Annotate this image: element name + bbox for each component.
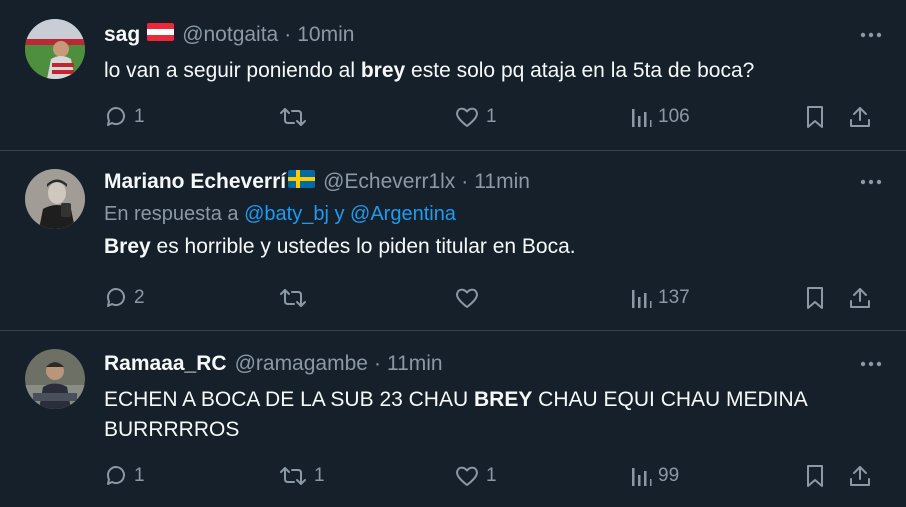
- like-icon: [454, 105, 480, 129]
- retweet-count: 1: [314, 465, 325, 486]
- reply-icon: [104, 105, 128, 129]
- avatar[interactable]: [25, 19, 85, 79]
- share-button[interactable]: [848, 461, 872, 491]
- sweden-flag-icon: [288, 170, 316, 194]
- views-icon: [630, 286, 652, 310]
- tweet-header: Mariano Echeverrí @Echeverr1lx · 11min: [104, 169, 886, 195]
- tweet-text: ECHEN A BOCA DE LA SUB 23 CHAU BREY CHAU…: [104, 388, 808, 441]
- reply-icon: [104, 464, 128, 488]
- more-icon[interactable]: [856, 171, 886, 193]
- retweet-button[interactable]: 1: [278, 461, 325, 491]
- austria-flag-icon: [147, 23, 175, 47]
- views-icon: [630, 464, 652, 488]
- reply-button[interactable]: 1: [104, 461, 145, 491]
- share-icon: [848, 105, 872, 129]
- retweet-icon: [278, 464, 308, 488]
- reply-button[interactable]: 1: [104, 102, 145, 132]
- separator: ·: [461, 170, 469, 193]
- like-button[interactable]: 1: [454, 102, 497, 132]
- retweet-button[interactable]: [278, 102, 314, 132]
- tweet-text: lo van a seguir poniendo al brey este so…: [104, 59, 755, 82]
- reply-context: En respuesta a @baty_bj y @Argentina: [104, 203, 456, 225]
- bookmark-button[interactable]: [804, 283, 826, 313]
- bookmark-button[interactable]: [804, 102, 826, 132]
- author-name[interactable]: Mariano Echeverrí: [104, 170, 286, 194]
- mention-link[interactable]: @baty_bj: [244, 203, 329, 225]
- like-button[interactable]: 1: [454, 461, 497, 491]
- share-icon: [848, 464, 872, 488]
- retweet-icon: [278, 105, 308, 129]
- views-button[interactable]: 106: [630, 102, 690, 132]
- tweet-text: Brey es horrible y ustedes lo piden titu…: [104, 235, 576, 258]
- avatar[interactable]: [25, 349, 85, 409]
- tweet-actions: 2 137: [104, 283, 876, 313]
- views-button[interactable]: 99: [630, 461, 679, 491]
- like-icon: [454, 286, 480, 310]
- views-count: 99: [658, 465, 680, 486]
- tweet-feed: sag @notgaita · 10min lo van a seguir po…: [0, 0, 906, 507]
- bookmark-icon: [804, 105, 826, 129]
- tweet-header: Ramaaa_RC @ramagambe · 11min: [104, 351, 886, 377]
- reply-count: 2: [134, 287, 145, 308]
- retweet-icon: [278, 286, 308, 310]
- avatar[interactable]: [25, 169, 85, 229]
- more-icon[interactable]: [856, 353, 886, 375]
- more-icon[interactable]: [856, 24, 886, 46]
- views-button[interactable]: 137: [630, 283, 690, 313]
- bookmark-icon: [804, 286, 826, 310]
- timestamp[interactable]: 11min: [474, 170, 530, 194]
- reply-count: 1: [134, 106, 145, 127]
- separator: ·: [373, 352, 381, 375]
- like-button[interactable]: [454, 283, 486, 313]
- author-name[interactable]: sag: [104, 23, 140, 47]
- views-count: 106: [658, 106, 690, 127]
- reply-icon: [104, 286, 128, 310]
- separator: ·: [284, 23, 292, 46]
- bookmark-button[interactable]: [804, 461, 826, 491]
- tweet-actions: 1 1 1 99: [104, 461, 876, 491]
- author-handle[interactable]: @ramagambe: [235, 352, 368, 376]
- author-name[interactable]: Ramaaa_RC: [104, 352, 227, 376]
- timestamp[interactable]: 11min: [387, 352, 443, 376]
- share-icon: [848, 286, 872, 310]
- like-count: 1: [486, 106, 497, 127]
- share-button[interactable]: [848, 102, 872, 132]
- timestamp[interactable]: 10min: [297, 23, 354, 47]
- like-icon: [454, 464, 480, 488]
- views-count: 137: [658, 287, 690, 308]
- tweet[interactable]: Mariano Echeverrí @Echeverr1lx · 11min E…: [0, 151, 906, 331]
- bookmark-icon: [804, 464, 826, 488]
- tweet-header: sag @notgaita · 10min: [104, 22, 886, 48]
- tweet[interactable]: Ramaaa_RC @ramagambe · 11min ECHEN A BOC…: [0, 331, 906, 507]
- author-handle[interactable]: @Echeverr1lx: [323, 170, 455, 194]
- mention-link[interactable]: @Argentina: [350, 203, 456, 225]
- author-handle[interactable]: @notgaita: [182, 23, 278, 47]
- reply-count: 1: [134, 465, 145, 486]
- tweet-actions: 1 1 106: [104, 102, 876, 132]
- like-count: 1: [486, 465, 497, 486]
- tweet[interactable]: sag @notgaita · 10min lo van a seguir po…: [0, 0, 906, 151]
- reply-button[interactable]: 2: [104, 283, 145, 313]
- retweet-button[interactable]: [278, 283, 314, 313]
- views-icon: [630, 105, 652, 129]
- share-button[interactable]: [848, 283, 872, 313]
